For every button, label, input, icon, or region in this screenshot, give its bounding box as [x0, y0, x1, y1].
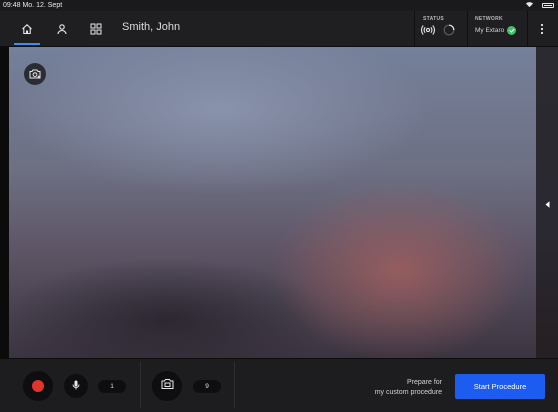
camera-snapshot-icon[interactable]: [24, 63, 46, 85]
wifi-icon: [525, 0, 534, 11]
record-button[interactable]: [23, 371, 53, 401]
patient-name[interactable]: Smith, John: [122, 11, 180, 46]
start-procedure-button[interactable]: Start Procedure: [455, 374, 545, 399]
top-navigation: Smith, John STATUS NETWORK My Extaro: [0, 11, 558, 47]
broadcast-icon: [421, 23, 435, 41]
divider: [527, 11, 528, 46]
camera-feed: [9, 47, 536, 358]
divider: [140, 362, 141, 408]
microphone-button[interactable]: [64, 374, 88, 398]
prepare-line-2: my custom procedure: [374, 389, 442, 396]
capture-image-button[interactable]: [152, 371, 182, 401]
grid-icon[interactable]: [83, 11, 109, 46]
divider: [234, 362, 235, 408]
system-status-bar: 09:48 Mo. 12. Sept: [0, 0, 558, 11]
network-name[interactable]: My Extaro: [475, 27, 504, 34]
prepare-line-1: Prepare for: [406, 379, 442, 386]
chevron-left-icon[interactable]: [540, 194, 554, 214]
person-icon[interactable]: [49, 11, 75, 46]
camera-icon: [161, 377, 174, 395]
home-icon[interactable]: [14, 11, 40, 46]
microphone-icon: [72, 377, 80, 395]
record-icon: [32, 380, 44, 392]
images-count: 9: [193, 380, 221, 393]
active-tab-indicator: [14, 43, 40, 45]
procedure-preparation-text: Prepare for my custom procedure: [322, 378, 442, 398]
status-label: STATUS: [423, 16, 445, 22]
divider: [414, 11, 415, 46]
divider: [467, 11, 468, 46]
spinner-icon: [443, 23, 455, 41]
battery-icon: [542, 3, 554, 8]
audio-recordings-count: 1: [98, 380, 126, 393]
clock-date: 09:48 Mo. 12. Sept: [3, 2, 63, 9]
more-vertical-icon[interactable]: [530, 11, 554, 46]
bottom-toolbar: 1 9 Prepare for my custom procedure Star…: [0, 358, 558, 412]
status-indicators: [421, 23, 455, 41]
check-circle-icon: [507, 26, 516, 35]
network-label: NETWORK: [475, 16, 503, 22]
